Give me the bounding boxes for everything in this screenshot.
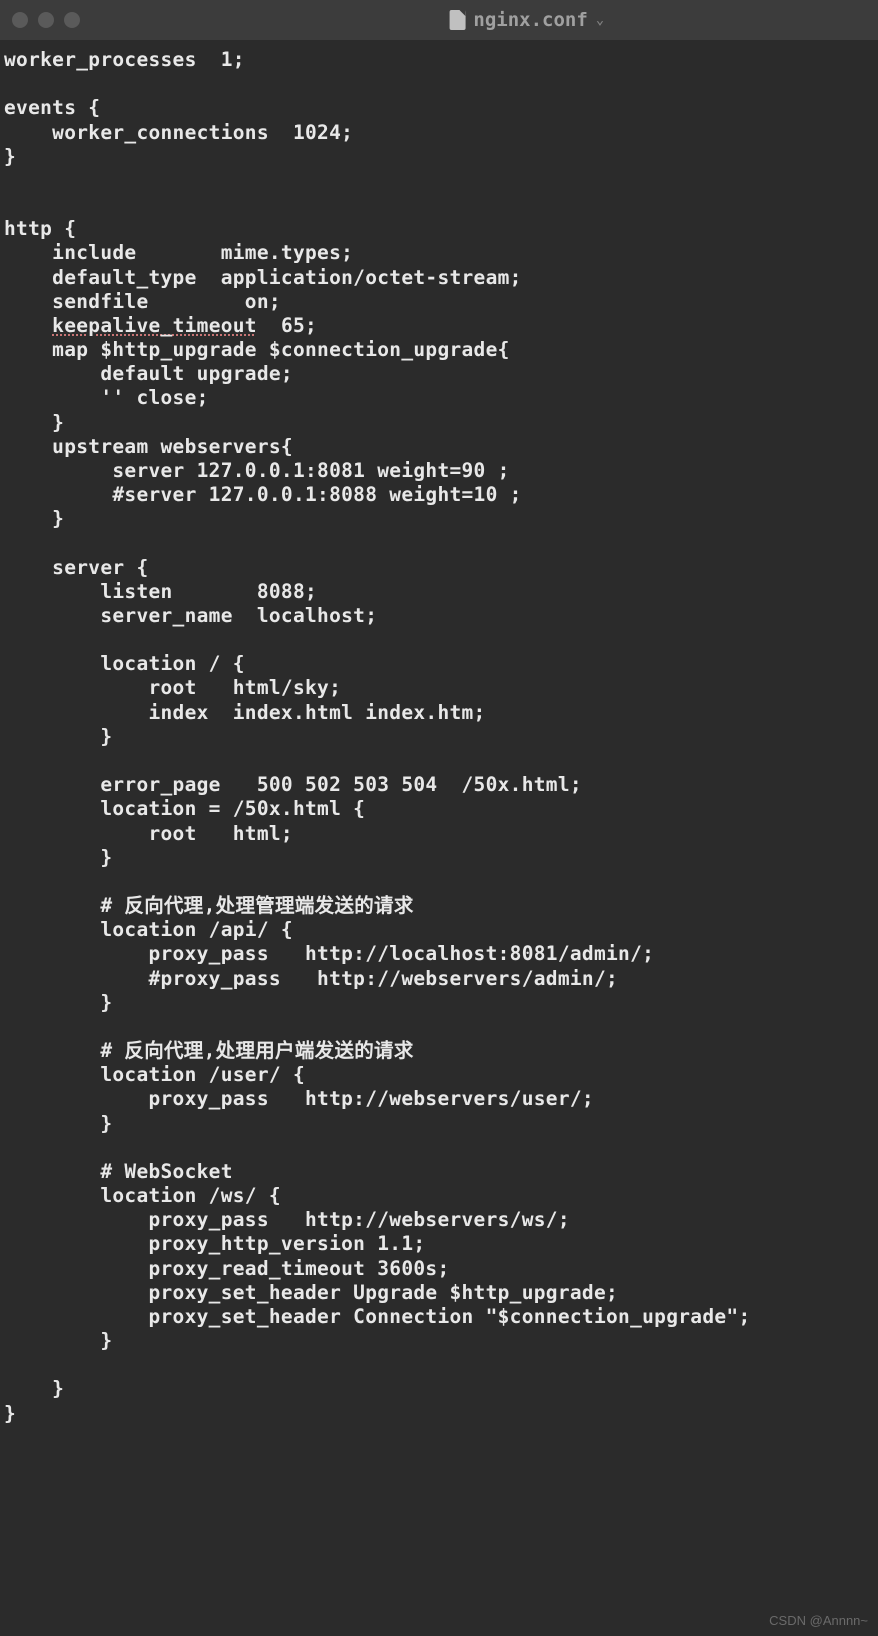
code-line: proxy_set_header Upgrade $http_upgrade;	[4, 1281, 618, 1304]
window-controls	[12, 12, 80, 28]
code-line: proxy_pass http://localhost:8081/admin/;	[4, 942, 654, 965]
code-line: }	[4, 991, 112, 1014]
code-line: }	[4, 725, 112, 748]
minimize-button[interactable]	[38, 12, 54, 28]
code-line: events {	[4, 96, 100, 119]
close-button[interactable]	[12, 12, 28, 28]
code-line: index index.html index.htm;	[4, 701, 486, 724]
code-line: #server 127.0.0.1:8088 weight=10 ;	[4, 483, 522, 506]
code-line: location /ws/ {	[4, 1184, 281, 1207]
code-line: proxy_pass http://webservers/user/;	[4, 1087, 594, 1110]
code-line: proxy_read_timeout 3600s;	[4, 1257, 449, 1280]
spellcheck-word: keepalive_timeout	[52, 314, 257, 337]
chevron-down-icon: ⌄	[596, 12, 604, 28]
code-line: location = /50x.html {	[4, 797, 365, 820]
code-line: worker_connections 1024;	[4, 121, 353, 144]
file-icon	[449, 10, 465, 30]
watermark: CSDN @Annnn~	[769, 1613, 868, 1628]
code-line: #proxy_pass http://webservers/admin/;	[4, 967, 618, 990]
code-line	[4, 314, 52, 337]
code-line: root html/sky;	[4, 676, 341, 699]
code-line: http {	[4, 217, 76, 240]
code-line: }	[4, 846, 112, 869]
code-line: # 反向代理,处理管理端发送的请求	[4, 894, 414, 917]
code-line: '' close;	[4, 386, 209, 409]
code-line: proxy_http_version 1.1;	[4, 1232, 425, 1255]
code-line: include mime.types;	[4, 241, 353, 264]
code-line: root html;	[4, 822, 293, 845]
code-line: worker_processes 1;	[4, 48, 245, 71]
titlebar: nginx.conf ⌄	[0, 0, 878, 40]
code-line: listen 8088;	[4, 580, 317, 603]
code-line: location / {	[4, 652, 245, 675]
code-line: }	[4, 145, 16, 168]
code-line: map $http_upgrade $connection_upgrade{	[4, 338, 510, 361]
code-line: location /api/ {	[4, 918, 293, 941]
code-line: }	[4, 411, 64, 434]
code-line: error_page 500 502 503 504 /50x.html;	[4, 773, 582, 796]
code-line: }	[4, 1112, 112, 1135]
code-line: }	[4, 1377, 64, 1400]
code-line: }	[4, 1329, 112, 1352]
filename: nginx.conf	[473, 9, 587, 31]
code-line: default upgrade;	[4, 362, 293, 385]
code-line: # 反向代理,处理用户端发送的请求	[4, 1039, 414, 1062]
code-line: }	[4, 507, 64, 530]
code-line: location /user/ {	[4, 1063, 305, 1086]
code-text: 65;	[257, 314, 317, 337]
code-line: # WebSocket	[4, 1160, 233, 1183]
code-line: sendfile on;	[4, 290, 281, 313]
code-line: server 127.0.0.1:8081 weight=90 ;	[4, 459, 510, 482]
code-line: default_type application/octet-stream;	[4, 266, 522, 289]
code-line: server_name localhost;	[4, 604, 377, 627]
maximize-button[interactable]	[64, 12, 80, 28]
code-line: proxy_set_header Connection "$connection…	[4, 1305, 750, 1328]
code-line: server {	[4, 556, 148, 579]
code-line: proxy_pass http://webservers/ws/;	[4, 1208, 570, 1231]
code-line: upstream webservers{	[4, 435, 293, 458]
code-line: }	[4, 1402, 16, 1425]
file-info[interactable]: nginx.conf ⌄	[449, 9, 604, 31]
code-editor[interactable]: worker_processes 1; events { worker_conn…	[0, 40, 878, 1434]
